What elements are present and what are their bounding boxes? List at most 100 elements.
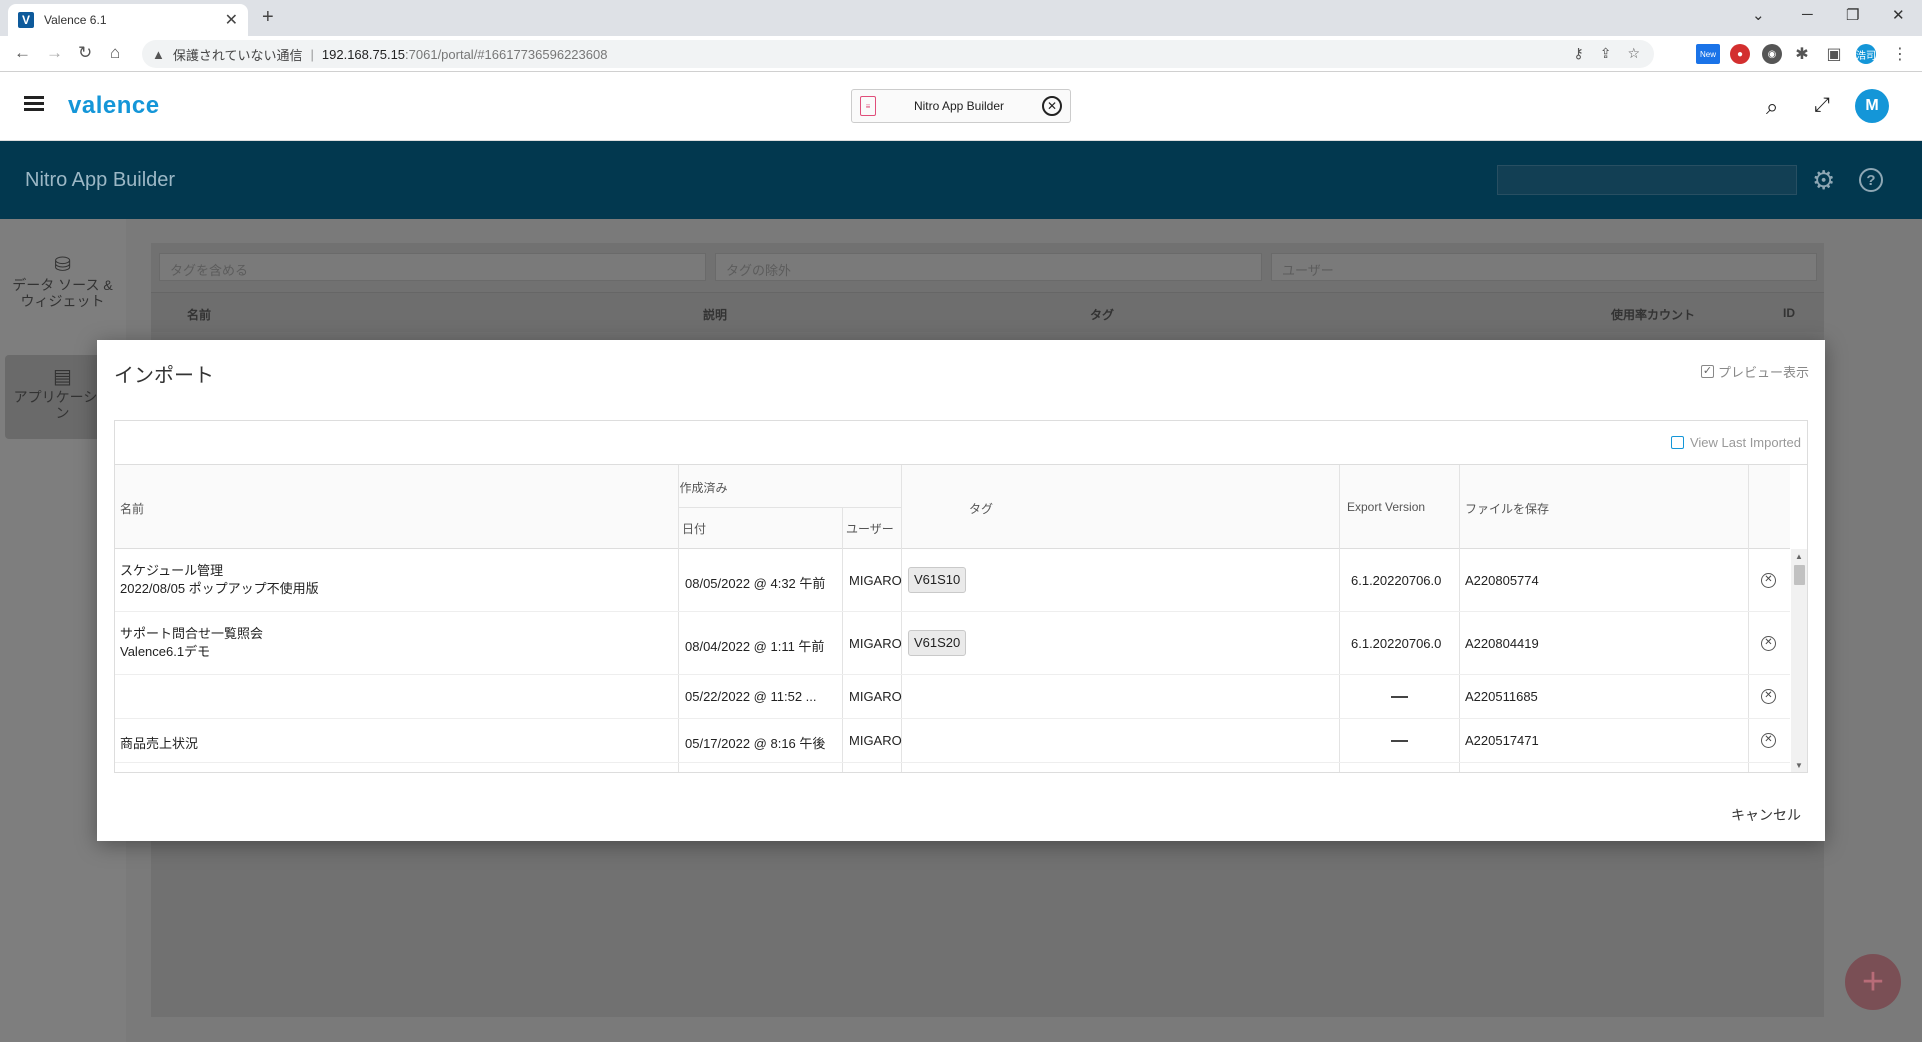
open-app-chip[interactable]: ≡ Nitro App Builder ✕ <box>851 89 1071 123</box>
remove-row-icon[interactable]: ✕ <box>1761 689 1776 704</box>
ext-red-icon[interactable]: ● <box>1730 44 1750 64</box>
add-button[interactable]: + <box>1845 954 1901 1010</box>
browser-menu-icon[interactable]: ⋮ <box>1890 44 1910 64</box>
row-save-file: A220804419 <box>1465 636 1539 651</box>
restore-icon[interactable]: ❐ <box>1846 6 1859 24</box>
col-usage-count[interactable]: 使用率カウント <box>1611 306 1695 323</box>
user-filter[interactable]: ユーザー <box>1271 253 1817 281</box>
close-app-icon[interactable]: ✕ <box>1042 96 1062 116</box>
col-divider <box>1748 465 1749 549</box>
search-icon[interactable]: ⌕ <box>1766 94 1778 120</box>
omnibox-actions: ⚷ ⇪ ☆ <box>1573 45 1640 62</box>
include-tags-filter[interactable]: タグを含める <box>159 253 706 281</box>
avatar[interactable]: M <box>1855 89 1889 123</box>
grid-scrollbar[interactable]: ▲ ▼ <box>1791 549 1807 772</box>
url-path: :7061/portal/#16617736596223608 <box>405 46 608 62</box>
valence-logo: valence <box>68 92 160 119</box>
insecure-label: 保護されていない通信 <box>172 47 303 63</box>
remove-row-icon[interactable]: ✕ <box>1761 636 1776 651</box>
empty-version-dash <box>1391 740 1408 742</box>
ext-new-icon[interactable]: New <box>1696 44 1720 64</box>
row-save-file: A220511685 <box>1465 689 1538 704</box>
minimize-icon[interactable]: ─ <box>1802 6 1813 23</box>
checkbox-checked-icon[interactable]: ✓ <box>1700 365 1714 378</box>
col-header-date[interactable]: 日付 <box>682 520 706 537</box>
row-name-primary: スケジュール管理 <box>120 563 224 578</box>
extensions-puzzle-icon[interactable]: ✱ <box>1792 44 1812 64</box>
col-header-user[interactable]: ユーザー <box>846 520 894 537</box>
cancel-button[interactable]: キャンセル <box>1731 805 1801 825</box>
col-name[interactable]: 名前 <box>187 306 211 323</box>
tab-close-icon[interactable]: ✕ <box>225 10 238 30</box>
gear-icon[interactable]: ⚙ <box>1812 165 1835 196</box>
close-window-icon[interactable]: ✕ <box>1892 6 1905 24</box>
import-dialog: インポート ✓ プレビュー表示 View Last Imported 名前 作成… <box>97 340 1825 841</box>
warning-icon: ▲ <box>152 46 165 62</box>
profile-icon[interactable]: 浩司 <box>1856 44 1876 64</box>
list-header: 名前 説明 タグ 使用率カウント ID <box>151 292 1824 332</box>
side-panel-icon[interactable]: ▣ <box>1824 44 1844 64</box>
row-save-file: A220805774 <box>1465 573 1539 588</box>
row-export-version: 6.1.20220706.0 <box>1351 636 1442 651</box>
app-search-input[interactable] <box>1497 165 1797 195</box>
open-app-label: Nitro App Builder <box>913 99 1005 113</box>
col-divider <box>842 507 843 549</box>
address-separator: | <box>310 46 314 62</box>
sidebar-item-datasources[interactable]: ⛁ データ ソース & ウィジェット <box>5 255 120 309</box>
table-row[interactable]: スケジュール管理 2022/08/05 ポップアップ不使用版 08/05/202… <box>115 549 1790 612</box>
table-row[interactable]: 05/22/2022 @ 11:52 ... MIGARO A220511685… <box>115 675 1790 719</box>
hamburger-menu-icon[interactable] <box>24 96 44 112</box>
col-tags[interactable]: タグ <box>1090 306 1114 323</box>
reload-icon[interactable]: ↻ <box>78 43 92 63</box>
group-divider <box>678 507 901 508</box>
forward-icon[interactable]: → <box>46 43 63 63</box>
col-id[interactable]: ID <box>1783 306 1795 320</box>
view-last-imported-toggle[interactable]: View Last Imported <box>1670 435 1801 450</box>
browser-tab[interactable]: V Valence 6.1 ✕ <box>8 4 248 36</box>
scroll-up-icon[interactable]: ▲ <box>1795 552 1803 561</box>
row-user: MIGARO <box>849 689 902 704</box>
back-icon[interactable]: ← <box>14 43 31 63</box>
row-name-primary: サポート問合せ一覧照会 <box>120 626 264 641</box>
tag-chip: V61S10 <box>908 567 967 593</box>
browser-toolbar: ← → ↻ ⌂ ▲ 保護されていない通信 | 192.168.75.15 :70… <box>0 36 1922 72</box>
row-save-file: A220517471 <box>1465 733 1539 748</box>
col-description[interactable]: 説明 <box>703 306 727 323</box>
exclude-tags-filter[interactable]: タグの除外 <box>715 253 1262 281</box>
col-header-export-version[interactable]: Export Version <box>1347 500 1425 514</box>
tag-chip: V61S20 <box>908 630 967 656</box>
tab-search-chevron-icon[interactable]: ⌄ <box>1752 6 1765 24</box>
col-header-save-file[interactable]: ファイルを保存 <box>1465 500 1549 517</box>
row-date: 05/17/2022 @ 8:16 午後 <box>685 736 826 751</box>
new-tab-icon[interactable]: + <box>262 6 274 29</box>
col-header-name[interactable]: 名前 <box>120 500 144 517</box>
scroll-thumb[interactable] <box>1794 565 1805 585</box>
row-user: MIGARO <box>849 733 902 748</box>
scroll-down-icon[interactable]: ▼ <box>1795 761 1803 770</box>
browser-tabstrip: V Valence 6.1 ✕ + ⌄ ─ ❐ ✕ <box>0 0 1922 36</box>
bookmark-star-icon[interactable]: ☆ <box>1627 45 1640 62</box>
view-last-imported-label: View Last Imported <box>1689 435 1801 450</box>
nitro-app-bar: Nitro App Builder ⚙ ? <box>0 141 1922 219</box>
share-icon[interactable]: ⇪ <box>1600 45 1612 62</box>
grid-toolbar: View Last Imported <box>115 421 1807 465</box>
preview-label: プレビュー表示 <box>1717 365 1809 380</box>
empty-version-dash <box>1391 696 1408 698</box>
remove-row-icon[interactable]: ✕ <box>1761 733 1776 748</box>
row-date: 05/22/2022 @ 11:52 ... <box>685 689 817 704</box>
grid-body: スケジュール管理 2022/08/05 ポップアップ不使用版 08/05/202… <box>115 549 1790 772</box>
table-row[interactable]: サポート問合せ一覧照会 Valence6.1デモ 08/04/2022 @ 1:… <box>115 612 1790 675</box>
col-divider <box>901 465 902 549</box>
remove-row-icon[interactable]: ✕ <box>1761 573 1776 588</box>
dialog-title: インポート <box>114 365 214 387</box>
help-icon[interactable]: ? <box>1859 168 1883 192</box>
address-bar[interactable]: ▲ 保護されていない通信 | 192.168.75.15 :7061/porta… <box>142 40 1654 68</box>
fullscreen-icon[interactable]: ⤢ <box>1814 94 1830 117</box>
key-icon[interactable]: ⚷ <box>1573 45 1583 62</box>
home-icon[interactable]: ⌂ <box>110 43 120 63</box>
table-row[interactable]: 商品売上状況 05/17/2022 @ 8:16 午後 MIGARO A2205… <box>115 719 1790 763</box>
preview-toggle[interactable]: ✓ プレビュー表示 <box>1700 362 1809 381</box>
ext-globe-icon[interactable]: ◉ <box>1762 44 1782 64</box>
checkbox-icon[interactable] <box>1670 436 1684 449</box>
col-header-tags[interactable]: タグ <box>969 500 993 517</box>
